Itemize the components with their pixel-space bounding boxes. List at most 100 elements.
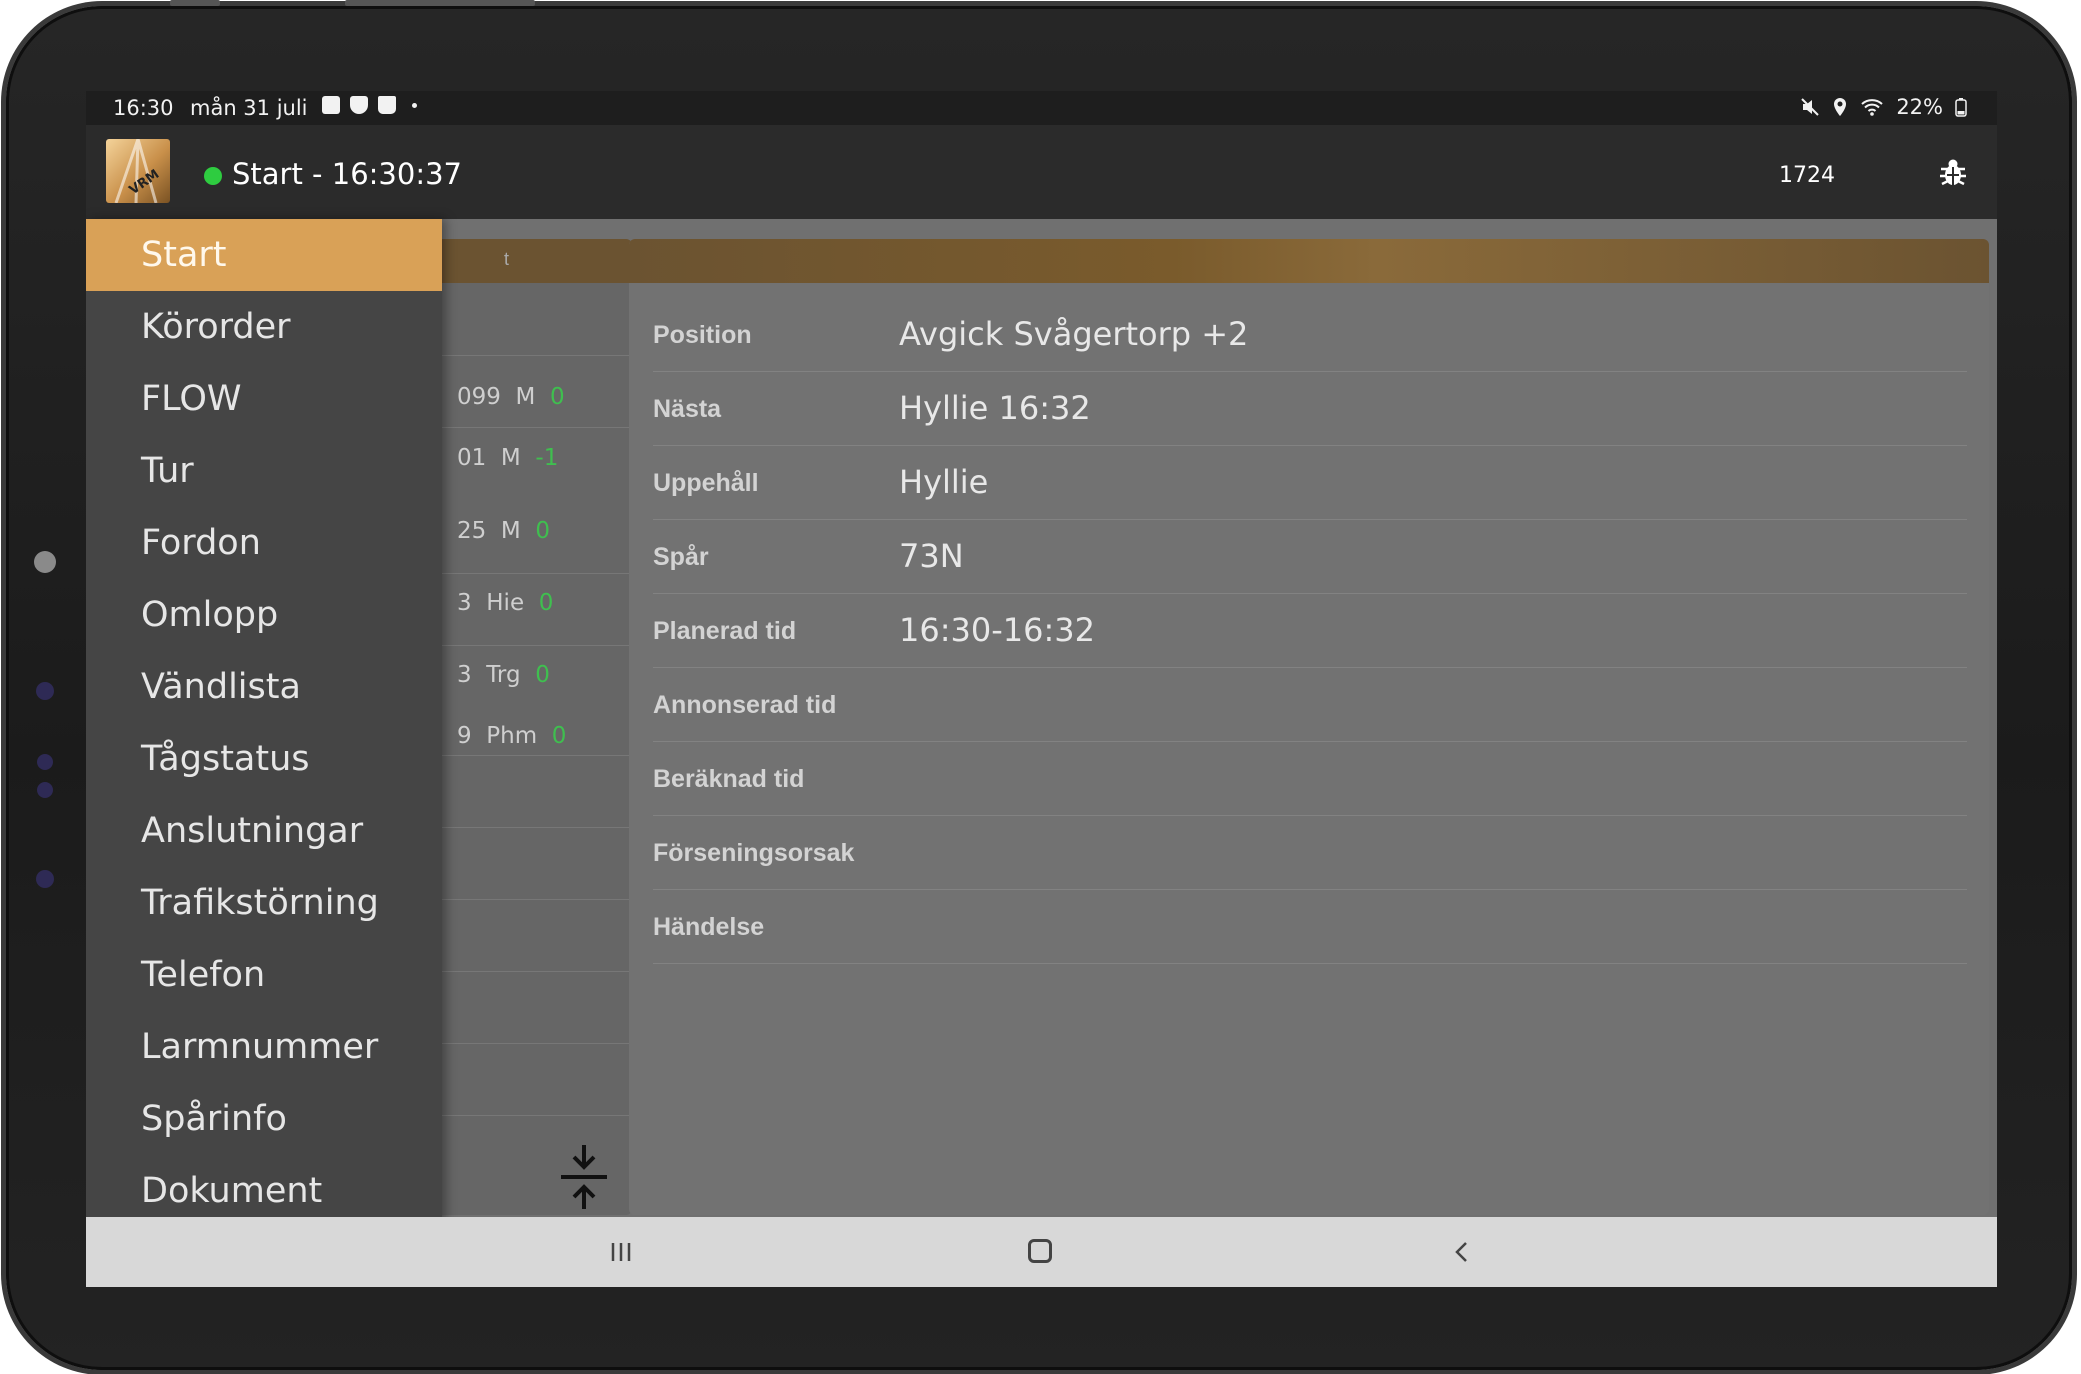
stop-code: 9 — [457, 723, 472, 749]
detail-label: Beräknad tid — [653, 765, 805, 793]
detail-row-announced-time: Annonserad tid — [653, 667, 1967, 742]
app-bar: VRM Start - 16:30:37 1724 — [86, 125, 1997, 219]
sensor-dot — [36, 870, 54, 888]
stop-code: 01 — [457, 445, 487, 471]
drawer-item-start[interactable]: Start — [86, 219, 442, 291]
device-screen: 16:30 mån 31 juli 22% VRM Start - 16:30:… — [86, 91, 1997, 1287]
sensor-dot — [37, 754, 53, 770]
recent-apps-icon[interactable] — [610, 1241, 632, 1263]
detail-label: Planerad tid — [653, 617, 797, 645]
clock: 16:30 — [113, 96, 174, 120]
detail-row-planned-time: Planerad tid 16:30-16:32 — [653, 593, 1967, 668]
drawer-item-label: Fordon — [141, 523, 261, 563]
battery-icon — [1955, 98, 1967, 117]
detail-row-event: Händelse — [653, 889, 1967, 964]
collapse-icon[interactable] — [557, 1143, 611, 1211]
drawer-item-label: Tågstatus — [141, 739, 310, 779]
stop-track: Phm — [486, 723, 538, 749]
detail-label: Förseningsorsak — [653, 839, 855, 867]
system-icons: 22% — [1800, 95, 1967, 119]
detail-value: Hyllie 16:32 — [899, 389, 1091, 427]
mute-icon — [1801, 98, 1820, 116]
detail-value: Hyllie — [899, 463, 989, 501]
detail-row-estimated-time: Beräknad tid — [653, 741, 1967, 816]
drawer-item-larmnummer[interactable]: Larmnummer — [86, 1011, 442, 1083]
camera-dot — [34, 551, 56, 573]
detail-label: Uppehåll — [653, 469, 759, 497]
stop-track: M — [515, 384, 536, 410]
app-logo[interactable]: VRM — [106, 139, 170, 203]
wifi-icon — [1861, 99, 1883, 116]
stop-delay: 0 — [535, 662, 550, 688]
drawer-item-label: Trafikstörning — [141, 883, 379, 923]
stop-delay: 0 — [538, 590, 554, 616]
drawer-item-label: Larmnummer — [141, 1027, 379, 1067]
detail-value: Avgick Svågertorp +2 — [899, 315, 1249, 353]
stop-track: M — [500, 518, 521, 544]
stop-delay: -1 — [535, 445, 559, 471]
detail-row-track: Spår 73N — [653, 519, 1967, 594]
stop-code: 3 — [457, 590, 472, 616]
stop-code: 25 — [457, 518, 487, 544]
moon-icon[interactable] — [1864, 157, 1892, 189]
detail-row-delay-cause: Förseningsorsak — [653, 815, 1967, 890]
drawer-item-label: Dokument — [141, 1171, 323, 1211]
stop-code: 099 — [457, 384, 501, 410]
drawer-item-telefon[interactable]: Telefon — [86, 939, 442, 1011]
drawer-item-label: Anslutningar — [141, 811, 364, 851]
back-icon[interactable] — [1454, 1241, 1470, 1263]
train-number: 1724 — [1779, 163, 1835, 188]
stop-track: Hie — [486, 590, 525, 616]
stop-delay: 0 — [550, 384, 565, 410]
power-button — [345, 0, 535, 6]
detail-label: Spår — [653, 543, 709, 571]
details-header — [629, 239, 1989, 283]
detail-label: Annonserad tid — [653, 691, 837, 719]
stop-delay: 0 — [551, 723, 567, 749]
system-navigation-bar — [86, 1217, 1997, 1287]
drawer-item-label: Tur — [141, 451, 194, 491]
detail-row-position: Position Avgick Svågertorp +2 — [653, 297, 1967, 372]
location-icon — [1834, 98, 1847, 116]
drawer-item-anslutningar[interactable]: Anslutningar — [86, 795, 442, 867]
drawer-item-label: Spårinfo — [141, 1099, 287, 1139]
volume-button — [170, 0, 220, 6]
detail-value: 73N — [899, 537, 964, 575]
drawer-item-label: Omlopp — [141, 595, 279, 635]
drawer-item-label: Start — [141, 235, 227, 275]
stops-list-header-text: t — [504, 249, 510, 269]
detail-value: 16:30-16:32 — [899, 611, 1095, 649]
drawer-item-label: Körorder — [141, 307, 291, 347]
drawer-item-trafikstorning[interactable]: Trafikstörning — [86, 867, 442, 939]
drawer-item-label: Vändlista — [141, 667, 301, 707]
connection-status-dot — [204, 167, 222, 185]
sensor-dot — [36, 682, 54, 700]
bug-icon[interactable] — [1938, 157, 1968, 189]
system-status-bar: 16:30 mån 31 juli 22% — [86, 91, 1997, 125]
drawer-item-flow[interactable]: FLOW — [86, 363, 442, 435]
bag-icon — [378, 96, 396, 114]
drawer-item-sparinfo[interactable]: Spårinfo — [86, 1083, 442, 1155]
battery-percent: 22% — [1896, 95, 1943, 119]
shield-icon — [350, 96, 368, 114]
page-title: Start - 16:30:37 — [232, 157, 462, 191]
details-panel: Position Avgick Svågertorp +2 Nästa Hyll… — [629, 239, 1989, 1215]
drawer-item-omlopp[interactable]: Omlopp — [86, 579, 442, 651]
gallery-icon — [322, 96, 340, 114]
detail-label: Position — [653, 321, 752, 349]
drawer-item-kororder[interactable]: Körorder — [86, 291, 442, 363]
stop-track: M — [500, 445, 521, 471]
drawer-item-fordon[interactable]: Fordon — [86, 507, 442, 579]
stop-track: Trg — [486, 662, 521, 688]
home-icon[interactable] — [1028, 1239, 1052, 1263]
drawer-item-label: FLOW — [141, 379, 242, 419]
drawer-item-tagstatus[interactable]: Tågstatus — [86, 723, 442, 795]
stop-delay: 0 — [535, 518, 551, 544]
navigation-drawer: Start Körorder FLOW Tur Fordon Omlopp Vä… — [86, 219, 442, 1231]
drawer-item-label: Telefon — [141, 955, 266, 995]
detail-label: Nästa — [653, 395, 722, 423]
detail-row-stop: Uppehåll Hyllie — [653, 445, 1967, 520]
drawer-item-vandlista[interactable]: Vändlista — [86, 651, 442, 723]
drawer-item-tur[interactable]: Tur — [86, 435, 442, 507]
detail-label: Händelse — [653, 913, 765, 941]
